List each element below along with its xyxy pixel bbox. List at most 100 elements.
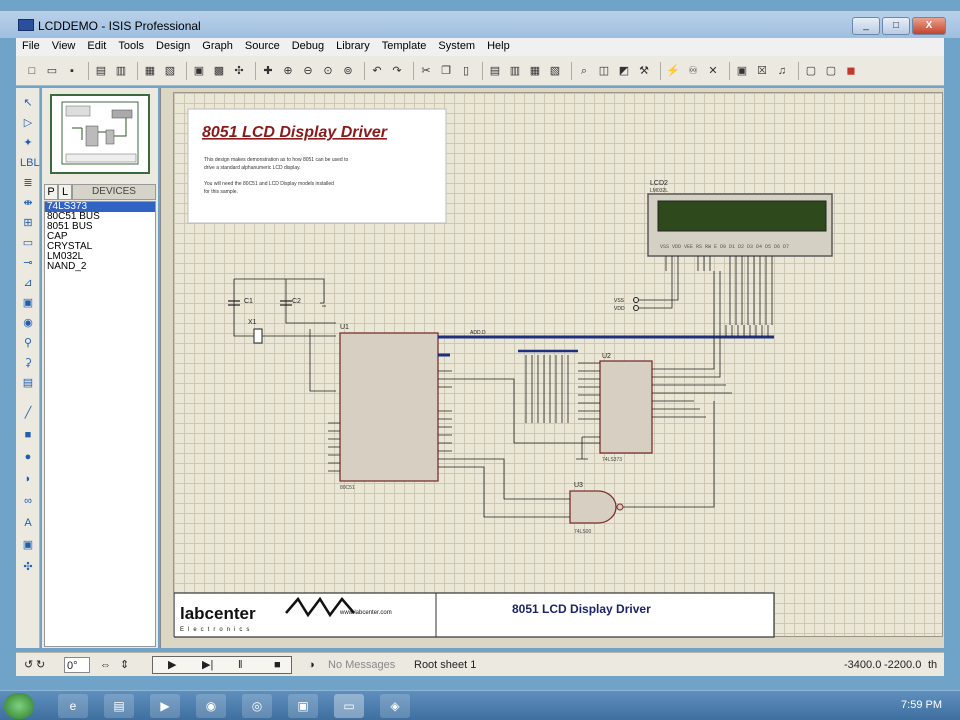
terminals-icon[interactable]: ▭ [20,236,36,250]
wire-autorouter-icon[interactable]: ⚡ [665,63,681,79]
menu-view[interactable]: View [46,38,82,52]
copy-icon[interactable]: ❐ [438,63,454,79]
rotate-ccw-icon[interactable]: ↺ [24,657,33,673]
line-icon[interactable]: ╱ [20,406,36,420]
area-icon[interactable]: ▧ [162,63,178,79]
maximize-button[interactable]: □ [882,17,910,35]
ares-icon[interactable]: ◈ [380,694,410,718]
grid-icon[interactable]: ▩ [211,63,227,79]
app-icon[interactable]: ▣ [288,694,318,718]
undo-icon[interactable]: ↶ [369,63,385,79]
pause-icon[interactable]: ‖ [238,657,243,673]
current-probe-icon[interactable]: ⚳ [20,356,36,370]
menu-graph[interactable]: Graph [196,38,239,52]
menu-design[interactable]: Design [150,38,196,52]
zoom-area-icon[interactable]: ⊚ [340,63,356,79]
start-button[interactable] [4,693,34,719]
generator-icon[interactable]: ◉ [20,316,36,330]
menu-tools[interactable]: Tools [112,38,150,52]
overview-window[interactable] [50,94,150,174]
decompose-icon[interactable]: ⚒ [636,63,652,79]
pick-from-library-button[interactable]: P [44,184,58,200]
path-icon[interactable]: ∞ [20,494,36,508]
box-icon[interactable]: ■ [20,428,36,442]
rotation-field[interactable]: 0° [64,657,90,673]
block-rotate-icon[interactable]: ▦ [527,63,543,79]
make-device-icon[interactable]: ◫ [596,63,612,79]
explorer-icon[interactable]: ▤ [104,694,134,718]
new-sheet-icon[interactable]: ▣ [734,63,750,79]
menu-system[interactable]: System [432,38,481,52]
menu-file[interactable]: File [16,38,46,52]
paste-icon[interactable]: ▯ [458,63,474,79]
selection-mode-icon[interactable]: ↖ [20,96,36,110]
messages-status[interactable]: No Messages [328,657,395,673]
component-mode-icon[interactable]: ▷ [20,116,36,130]
zoom-in-icon[interactable]: ⊕ [280,63,296,79]
open-icon[interactable]: ▭ [44,63,60,79]
redo-icon[interactable]: ↷ [389,63,405,79]
erc-report-icon[interactable]: ▢ [823,63,839,79]
schematic-sheet[interactable]: 8051 LCD Display Driver This design make… [173,92,943,638]
graph-icon[interactable]: ⊿ [20,276,36,290]
marker-icon[interactable]: ✣ [20,560,36,574]
logo-url: www.labcenter.com [339,610,392,616]
save-icon[interactable]: ▪ [64,63,80,79]
export-icon[interactable]: ▥ [113,63,129,79]
close-button[interactable]: X [912,17,946,35]
tape-recorder-icon[interactable]: ▣ [20,296,36,310]
menu-edit[interactable]: Edit [81,38,112,52]
stop-icon[interactable]: ■ [274,657,281,673]
bill-of-materials-icon[interactable]: ▢ [803,63,819,79]
remove-sheet-icon[interactable]: ☒ [754,63,770,79]
search-tag-icon[interactable]: ♾ [685,63,701,79]
redraw-icon[interactable]: ▣ [191,63,207,79]
block-copy-icon[interactable]: ▤ [487,63,503,79]
text-script-icon[interactable]: ≣ [20,176,36,190]
print-icon[interactable]: ▦ [142,63,158,79]
rotate-cw-icon[interactable]: ↻ [36,657,45,673]
zoom-all-icon[interactable]: ⊙ [320,63,336,79]
origin-icon[interactable]: ✣ [231,63,247,79]
chrome-icon[interactable]: ◎ [242,694,272,718]
firefox-icon[interactable]: ◉ [196,694,226,718]
zoom-out-icon[interactable]: ⊖ [300,63,316,79]
bus-icon[interactable]: ⇼ [20,196,36,210]
package-tool-icon[interactable]: ◩ [616,63,632,79]
text-icon[interactable]: A [20,516,36,530]
menu-help[interactable]: Help [481,38,516,52]
netlist-to-ares-icon[interactable]: ◼ [843,63,859,79]
circle-icon[interactable]: ● [20,450,36,464]
pan-icon[interactable]: ✚ [260,63,276,79]
pick-device-icon[interactable]: ⌕ [576,63,592,79]
mirror-vertical-icon[interactable]: ⇕ [120,657,129,673]
exit-to-parent-icon[interactable]: ♫ [774,63,790,79]
import-icon[interactable]: ▤ [93,63,109,79]
menu-library[interactable]: Library [330,38,376,52]
property-tool-icon[interactable]: ✕ [705,63,721,79]
device-item-nand-2[interactable]: NAND_2 [45,262,155,272]
arc-icon[interactable]: ◗ [20,472,36,486]
subcircuit-icon[interactable]: ⊞ [20,216,36,230]
menu-source[interactable]: Source [239,38,286,52]
virtual-instruments-icon[interactable]: ▤ [20,376,36,390]
ie-icon[interactable]: e [58,694,88,718]
junction-dot-icon[interactable]: ✦ [20,136,36,150]
minimize-button[interactable]: _ [852,17,880,35]
play-icon[interactable]: ▶ [168,657,176,673]
menu-template[interactable]: Template [376,38,433,52]
voltage-probe-icon[interactable]: ⚲ [20,336,36,350]
new-icon[interactable]: □ [24,63,40,79]
step-icon[interactable]: ▶| [202,657,213,673]
device-pins-icon[interactable]: ⊸ [20,256,36,270]
block-move-icon[interactable]: ▥ [507,63,523,79]
menu-debug[interactable]: Debug [286,38,330,52]
library-manager-button[interactable]: L [58,184,72,200]
block-delete-icon[interactable]: ▧ [547,63,563,79]
symbol-icon[interactable]: ▣ [20,538,36,552]
mirror-horizontal-icon[interactable]: ⇔ [100,657,111,673]
cut-icon[interactable]: ✂ [418,63,434,79]
media-icon[interactable]: ▶ [150,694,180,718]
wire-label-icon[interactable]: LBL [20,156,40,170]
isis-taskbar-icon[interactable]: ▭ [334,694,364,718]
